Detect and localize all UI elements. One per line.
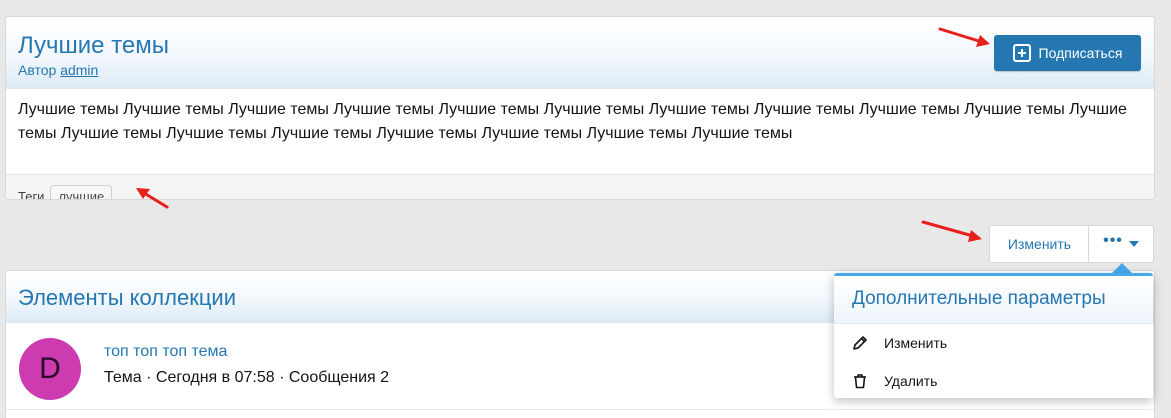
menu-title: Дополнительные параметры [834, 276, 1153, 324]
menu-pointer [1112, 263, 1132, 273]
thread-header: Лучшие темы Автор admin Подписаться [6, 17, 1154, 89]
avatar[interactable]: D [19, 338, 81, 400]
menu-item-delete-label: Удалить [884, 373, 938, 389]
byline-prefix: Автор [18, 62, 57, 78]
tags-label: Теги [18, 188, 45, 200]
more-options-menu: Дополнительные параметры Изменить Удалит… [834, 273, 1153, 398]
more-dots-icon: ••• [1103, 232, 1123, 249]
more-options-button[interactable]: ••• [1088, 225, 1154, 263]
plus-square-icon [1012, 44, 1031, 62]
author-link[interactable]: admin [60, 62, 98, 78]
menu-item-edit[interactable]: Изменить [834, 324, 1153, 362]
page-title: Лучшие темы [18, 32, 170, 59]
subscribe-button[interactable]: Подписаться [994, 35, 1141, 71]
subscribe-label: Подписаться [1038, 45, 1123, 61]
arrow-to-edit [921, 220, 982, 242]
trash-icon [852, 373, 868, 389]
pencil-icon [852, 335, 868, 351]
tag-item[interactable]: лучшие [50, 184, 113, 199]
item-meta: Тема · Сегодня в 07:58 · Сообщения 2 [104, 369, 390, 386]
edit-button[interactable]: Изменить [989, 225, 1089, 263]
menu-item-delete[interactable]: Удалить [834, 362, 1153, 400]
tags-row: Теги лучшие [6, 174, 1154, 200]
byline: Автор admin [18, 62, 1142, 78]
item-title-link[interactable]: топ топ топ тема [104, 343, 227, 361]
caret-down-icon [1128, 241, 1139, 247]
thread-block: Лучшие темы Автор admin Подписаться Лучш… [5, 16, 1155, 200]
thread-body: Лучшие темы Лучшие темы Лучшие темы Лучш… [18, 101, 1127, 142]
menu-item-edit-label: Изменить [884, 335, 948, 351]
